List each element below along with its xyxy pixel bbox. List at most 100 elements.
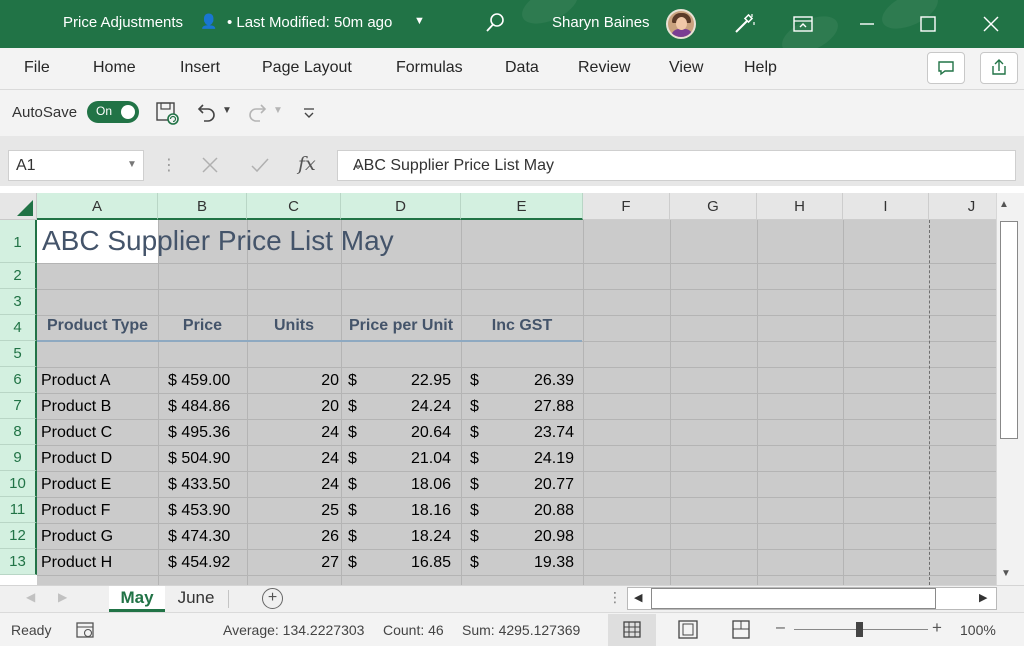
- cell-ppu[interactable]: 16.85: [367, 554, 451, 572]
- cell-price[interactable]: $ 454.92: [168, 554, 230, 572]
- cell-ppu-symbol[interactable]: $: [348, 502, 357, 520]
- cell-ppu[interactable]: 24.24: [367, 398, 451, 416]
- row-header-1[interactable]: 1: [0, 220, 37, 263]
- undo-icon[interactable]: [193, 100, 219, 126]
- column-header-d[interactable]: D: [341, 193, 461, 220]
- cell-product[interactable]: Product A: [41, 372, 110, 390]
- row-header-10[interactable]: 10: [0, 471, 37, 497]
- cell-gst-symbol[interactable]: $: [470, 502, 479, 520]
- cell-product[interactable]: Product E: [41, 476, 111, 494]
- share-button[interactable]: [980, 52, 1018, 84]
- cell-gst[interactable]: 20.98: [487, 528, 574, 546]
- status-sum[interactable]: Sum: 4295.127369: [462, 622, 580, 638]
- enter-check-icon[interactable]: [248, 153, 272, 177]
- header-units[interactable]: Units: [247, 317, 341, 335]
- row-header-3[interactable]: 3: [0, 289, 37, 315]
- cell-ppu[interactable]: 21.04: [367, 450, 451, 468]
- header-inc-gst[interactable]: Inc GST: [461, 317, 583, 335]
- expand-formula-icon[interactable]: ⌄: [353, 158, 1008, 172]
- chevron-down-icon[interactable]: ▼: [127, 159, 137, 170]
- column-header-f[interactable]: F: [583, 193, 670, 220]
- cell-price[interactable]: $ 484.86: [168, 398, 230, 416]
- column-header-i[interactable]: I: [843, 193, 929, 220]
- cell-ppu-symbol[interactable]: $: [348, 424, 357, 442]
- header-price[interactable]: Price: [158, 317, 247, 335]
- previous-sheet-icon[interactable]: ◀: [26, 590, 35, 604]
- row-header-7[interactable]: 7: [0, 393, 37, 419]
- cell-product[interactable]: Product F: [41, 502, 110, 520]
- page-layout-view-button[interactable]: [664, 614, 712, 646]
- resize-handle-icon[interactable]: ⋮: [608, 589, 622, 606]
- cell-ppu[interactable]: 18.24: [367, 528, 451, 546]
- avatar[interactable]: [666, 9, 696, 39]
- add-sheet-button[interactable]: +: [262, 588, 283, 609]
- row-header-6[interactable]: 6: [0, 367, 37, 393]
- menu-help[interactable]: Help: [744, 59, 777, 77]
- minimize-icon[interactable]: [855, 12, 879, 36]
- scroll-left-icon[interactable]: ◀: [634, 591, 642, 604]
- cell-units[interactable]: 27: [247, 554, 339, 572]
- cell-units[interactable]: 26: [247, 528, 339, 546]
- cell-ppu-symbol[interactable]: $: [348, 372, 357, 390]
- sheet-tab-may[interactable]: May: [109, 586, 165, 612]
- menu-view[interactable]: View: [669, 59, 703, 77]
- menu-review[interactable]: Review: [578, 59, 630, 77]
- row-header-2[interactable]: 2: [0, 263, 37, 289]
- chevron-down-icon[interactable]: ▼: [414, 15, 425, 27]
- cell-gst[interactable]: 26.39: [487, 372, 574, 390]
- cell-ppu[interactable]: 20.64: [367, 424, 451, 442]
- cell-price[interactable]: $ 459.00: [168, 372, 230, 390]
- cell-gst-symbol[interactable]: $: [470, 528, 479, 546]
- column-header-e[interactable]: E: [461, 193, 583, 220]
- zoom-out-icon[interactable]: –: [776, 619, 785, 637]
- column-header-g[interactable]: G: [670, 193, 757, 220]
- more-options-icon[interactable]: ⋮: [161, 155, 177, 175]
- horizontal-scroll-thumb[interactable]: [651, 588, 936, 609]
- zoom-level[interactable]: 100%: [960, 622, 996, 638]
- cell-ppu[interactable]: 18.16: [367, 502, 451, 520]
- row-header-5[interactable]: 5: [0, 341, 37, 367]
- cell-ppu[interactable]: 22.95: [367, 372, 451, 390]
- column-header-h[interactable]: H: [757, 193, 843, 220]
- cell-gst[interactable]: 19.38: [487, 554, 574, 572]
- close-icon[interactable]: [979, 12, 1003, 36]
- cell-gst[interactable]: 20.77: [487, 476, 574, 494]
- formula-input[interactable]: ABC Supplier Price List May ⌄: [337, 150, 1016, 181]
- scroll-up-icon[interactable]: ▲: [999, 199, 1009, 210]
- cell-gst-symbol[interactable]: $: [470, 424, 479, 442]
- status-average[interactable]: Average: 134.2227303: [223, 622, 364, 638]
- cell-gst-symbol[interactable]: $: [470, 372, 479, 390]
- page-break-view-button[interactable]: [717, 614, 765, 646]
- magic-wand-icon[interactable]: [732, 12, 756, 36]
- cell-ppu-symbol[interactable]: $: [348, 528, 357, 546]
- cell-product[interactable]: Product C: [41, 424, 112, 442]
- row-header-8[interactable]: 8: [0, 419, 37, 445]
- insert-function-button[interactable]: fx: [298, 153, 316, 175]
- column-header-a[interactable]: A: [37, 193, 158, 220]
- next-sheet-icon[interactable]: ▶: [58, 590, 67, 604]
- cell-gst[interactable]: 20.88: [487, 502, 574, 520]
- cell-units[interactable]: 20: [247, 372, 339, 390]
- menu-file[interactable]: File: [24, 59, 50, 77]
- menu-page-layout[interactable]: Page Layout: [262, 59, 352, 77]
- cell-price[interactable]: $ 495.36: [168, 424, 230, 442]
- cell-gst-symbol[interactable]: $: [470, 554, 479, 572]
- cell-ppu-symbol[interactable]: $: [348, 398, 357, 416]
- column-header-b[interactable]: B: [158, 193, 247, 220]
- scroll-right-icon[interactable]: ▶: [979, 591, 987, 604]
- search-icon[interactable]: [484, 12, 506, 34]
- cell-area[interactable]: ABC Supplier Price List May Product Type…: [37, 220, 996, 585]
- cell-gst[interactable]: 23.74: [487, 424, 574, 442]
- cancel-icon[interactable]: [198, 153, 222, 177]
- accessibility-icon[interactable]: [74, 619, 96, 641]
- cell-price[interactable]: $ 433.50: [168, 476, 230, 494]
- cell-gst[interactable]: 27.88: [487, 398, 574, 416]
- zoom-in-icon[interactable]: +: [932, 618, 942, 638]
- cell-product[interactable]: Product H: [41, 554, 112, 572]
- cell-price[interactable]: $ 474.30: [168, 528, 230, 546]
- cell-product[interactable]: Product G: [41, 528, 113, 546]
- cell-units[interactable]: 24: [247, 450, 339, 468]
- cell-units[interactable]: 20: [247, 398, 339, 416]
- cell-product[interactable]: Product B: [41, 398, 111, 416]
- normal-view-button[interactable]: [608, 614, 656, 646]
